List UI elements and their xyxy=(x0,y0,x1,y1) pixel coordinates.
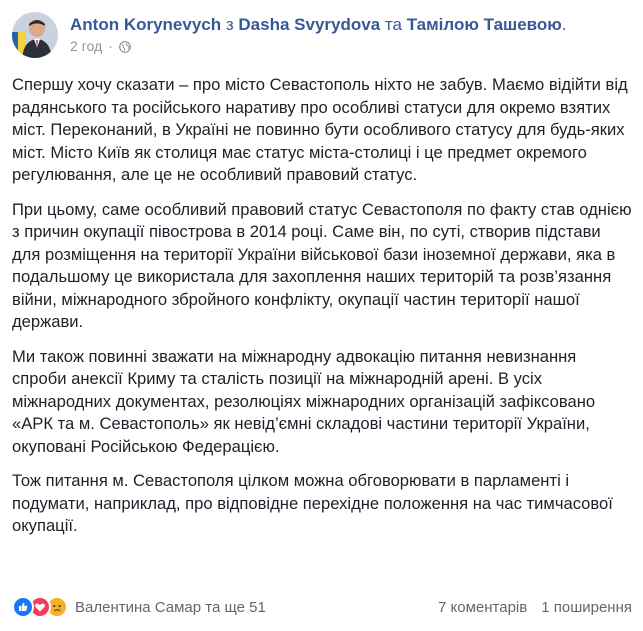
post-title-line: Anton Korynevych з Dasha Svyrydova та Та… xyxy=(70,14,567,35)
tagged-user-1-link[interactable]: Dasha Svyrydova xyxy=(238,15,380,34)
post-paragraph: Спершу хочу сказати – про місто Севастоп… xyxy=(12,75,628,184)
avatar-image xyxy=(12,12,58,58)
shares-count-link[interactable]: 1 поширення xyxy=(541,599,632,616)
post-timestamp[interactable]: 2 год xyxy=(70,38,102,54)
meta-separator: · xyxy=(108,38,113,54)
reactors-text[interactable]: Валентина Самар та ще 51 xyxy=(75,599,266,616)
comments-count-link[interactable]: 7 коментарів xyxy=(438,599,527,616)
post-body: Спершу хочу сказати – про місто Севастоп… xyxy=(12,74,632,550)
title-period: . xyxy=(561,15,567,34)
with-word: з xyxy=(225,15,234,34)
like-icon xyxy=(12,596,34,618)
post-header: Anton Korynevych з Dasha Svyrydova та Та… xyxy=(12,10,567,60)
author-link[interactable]: Anton Korynevych xyxy=(70,15,221,34)
header-text: Anton Korynevych з Dasha Svyrydova та Та… xyxy=(70,14,567,54)
post-paragraph: Ми також повинні зважати на міжнародну а… xyxy=(12,346,596,456)
post-footer: Валентина Самар та ще 51 7 коментарів 1 … xyxy=(12,596,632,618)
facebook-post: Anton Korynevych з Dasha Svyrydova та Та… xyxy=(0,0,643,631)
reactions-summary[interactable]: Валентина Самар та ще 51 xyxy=(12,596,266,618)
tagged-user-2-link[interactable]: Тамілою Ташевою xyxy=(407,15,562,34)
post-paragraph: Тож питання м. Севастополя цілком можна … xyxy=(12,471,613,535)
author-avatar[interactable] xyxy=(12,12,58,58)
and-word: та xyxy=(384,15,402,34)
post-paragraph: При цьому, саме особливий правовий стату… xyxy=(12,199,632,332)
post-meta: 2 год · xyxy=(70,38,567,54)
globe-icon[interactable] xyxy=(118,40,131,53)
